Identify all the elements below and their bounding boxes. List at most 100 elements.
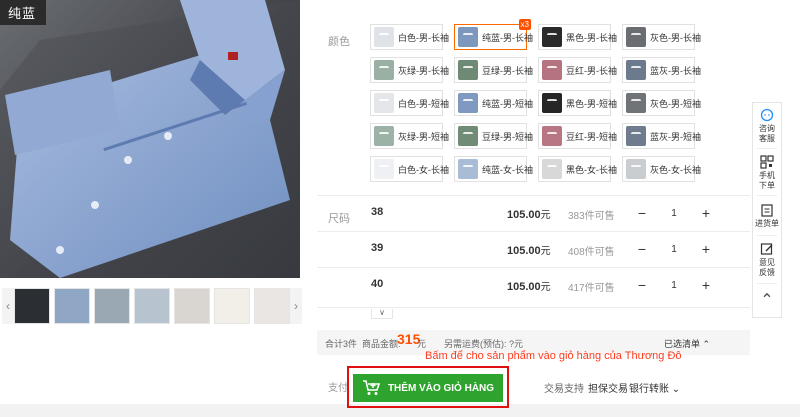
size-price: 105.00元 [507,245,551,257]
shipping-estimate: 另需运费(预估): ?元 [444,339,524,349]
chosen-list-toggle[interactable]: 已选清单 ⌃ [664,337,710,350]
color-option-label: 纯蓝-女-长袖 [482,164,533,175]
purchase-list-button[interactable]: 进货单 [753,203,781,229]
color-option[interactable]: 黑色-男-短袖 [538,90,617,116]
color-swatch [542,27,562,47]
color-option-label: 黑色-男-长袖 [566,32,617,43]
feedback-button[interactable]: 意见 反馈 [753,242,781,278]
color-option[interactable]: 豆绿-男-短袖 [454,123,533,149]
color-option-label: 豆红-男-短袖 [566,131,617,142]
main-product-image[interactable]: 纯蓝 [0,0,300,278]
clipboard-icon [761,204,773,217]
increase-button[interactable]: + [698,277,714,293]
floating-sidebar: 咨询 客服 手机 下单 进货单 意见 反馈 ⌃ [752,102,782,318]
quantity-stepper: − 1 + [634,238,714,260]
quantity-input[interactable]: 1 [650,208,698,219]
bank-transfer-dropdown[interactable]: 银行转账 ⌄ [629,380,680,395]
color-option-label: 豆红-男-长袖 [566,65,617,76]
pay-label: 支付 [328,383,348,394]
color-option-label: 黑色-女-长袖 [566,164,617,175]
color-option[interactable]: 纯蓝-男-短袖 [454,90,533,116]
stock-count: 408件可售 [568,247,615,258]
color-option[interactable]: 蓝灰-男-长袖 [622,57,701,83]
color-option-label: 白色-男-短袖 [398,98,449,109]
edit-icon [760,243,773,255]
back-to-top-button[interactable]: ⌃ [753,291,781,311]
decrease-button[interactable]: − [634,277,650,293]
color-swatch [542,159,562,179]
color-option[interactable]: 豆绿-男-长袖 [454,57,533,83]
color-option-label: 豆绿-男-短袖 [482,131,533,142]
divider [317,195,750,196]
color-option[interactable]: 豆红-男-长袖 [538,57,617,83]
color-option[interactable]: 灰色-女-长袖 [622,156,701,182]
escrow-option[interactable]: 担保交易 [588,380,628,395]
mobile-order-button[interactable]: 手机 下单 [753,155,781,191]
color-option[interactable]: 黑色-男-长袖 [538,24,617,50]
color-option[interactable]: 豆红-男-短袖 [538,123,617,149]
color-tag: 纯蓝 [0,0,47,25]
size-price: 105.00元 [507,281,551,293]
thumbs-next-button[interactable]: › [290,288,302,324]
color-option[interactable]: 灰色-男-短袖 [622,90,701,116]
amount-label: 商品金额: [362,339,401,349]
size-value: 39 [371,242,384,254]
color-swatch [542,126,562,146]
thumbnail[interactable] [54,288,90,324]
color-option[interactable]: 灰绿-男-短袖 [370,123,449,149]
increase-button[interactable]: + [698,241,714,257]
sidebar-divider [757,235,777,236]
decrease-button[interactable]: − [634,241,650,257]
color-swatch [374,159,394,179]
thumbs-prev-button[interactable]: ‹ [2,288,14,324]
color-swatch [458,159,478,179]
thumbnail[interactable] [94,288,130,324]
quantity-input[interactable]: 1 [650,244,698,255]
color-option-label: 灰色-男-短袖 [650,98,701,109]
color-option[interactable]: 白色-男-短袖 [370,90,449,116]
color-swatch [626,126,646,146]
color-option[interactable]: 白色-女-长袖 [370,156,449,182]
consult-service-button[interactable]: 咨询 客服 [753,108,781,144]
color-option[interactable]: 灰绿-男-长袖 [370,57,449,83]
shirt-illustration [0,0,300,278]
sidebar-divider [757,195,777,196]
color-swatch [458,126,478,146]
size-row: 39 105.00元 408件可售 − 1 + [317,233,750,267]
thumbnail[interactable] [14,288,50,324]
instruction-note: Bấm để cho sản phẩm vào giỏ hàng của Thư… [425,350,682,362]
color-swatch [626,159,646,179]
thumbnail-strip: ‹ › [0,288,304,328]
quantity-input[interactable]: 1 [650,280,698,291]
color-swatch [626,93,646,113]
stock-count: 383件可售 [568,211,615,222]
color-option-label: 纯蓝-男-长袖 [482,32,533,43]
increase-button[interactable]: + [698,205,714,221]
thumbnail[interactable] [174,288,210,324]
color-option[interactable]: 白色-男-长袖 [370,24,449,50]
color-option[interactable]: 纯蓝-男-长袖 x3 [454,19,533,50]
size-row: 40 105.00元 417件可售 − 1 + [317,269,750,303]
color-option[interactable]: 黑色-女-长袖 [538,156,617,182]
sidebar-divider [757,283,777,284]
sidebar-divider [757,148,777,149]
collapse-chevron-icon[interactable]: ∨ [371,309,393,319]
color-option[interactable]: 灰色-男-长袖 [622,24,701,50]
size-value: 40 [371,278,384,290]
color-option[interactable]: 蓝灰-男-短袖 [622,123,701,149]
thumbnail[interactable] [254,288,290,324]
color-swatch [542,93,562,113]
add-to-cart-button[interactable]: THÊM VÀO GIỎ HÀNG [353,374,503,402]
thumbnail[interactable] [134,288,170,324]
color-swatch [626,60,646,80]
color-option[interactable]: 纯蓝-女-长袖 [454,156,533,182]
stock-count: 417件可售 [568,283,615,294]
color-swatch [374,27,394,47]
color-option-label: 黑色-男-短袖 [566,98,617,109]
thumbnail[interactable] [214,288,250,324]
divider [317,267,750,268]
product-gallery: 纯蓝 ‹ › [0,0,304,417]
decrease-button[interactable]: − [634,205,650,221]
color-option-label: 蓝灰-男-长袖 [650,65,701,76]
color-option-label: 灰绿-男-短袖 [398,131,449,142]
